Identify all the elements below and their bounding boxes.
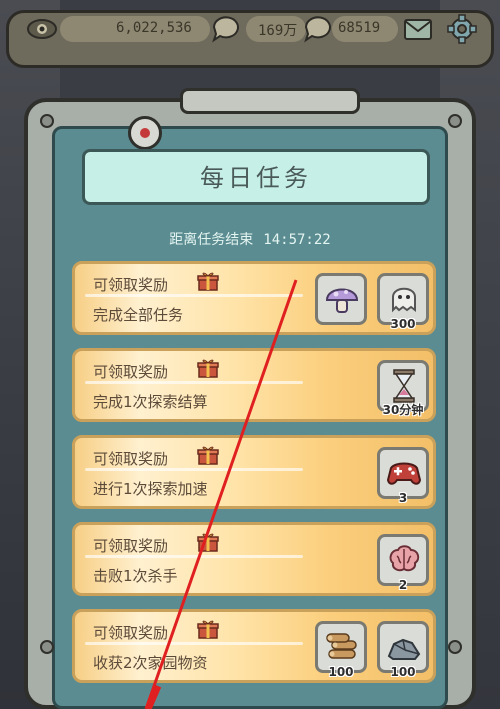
annotation-red-line xyxy=(144,279,298,709)
